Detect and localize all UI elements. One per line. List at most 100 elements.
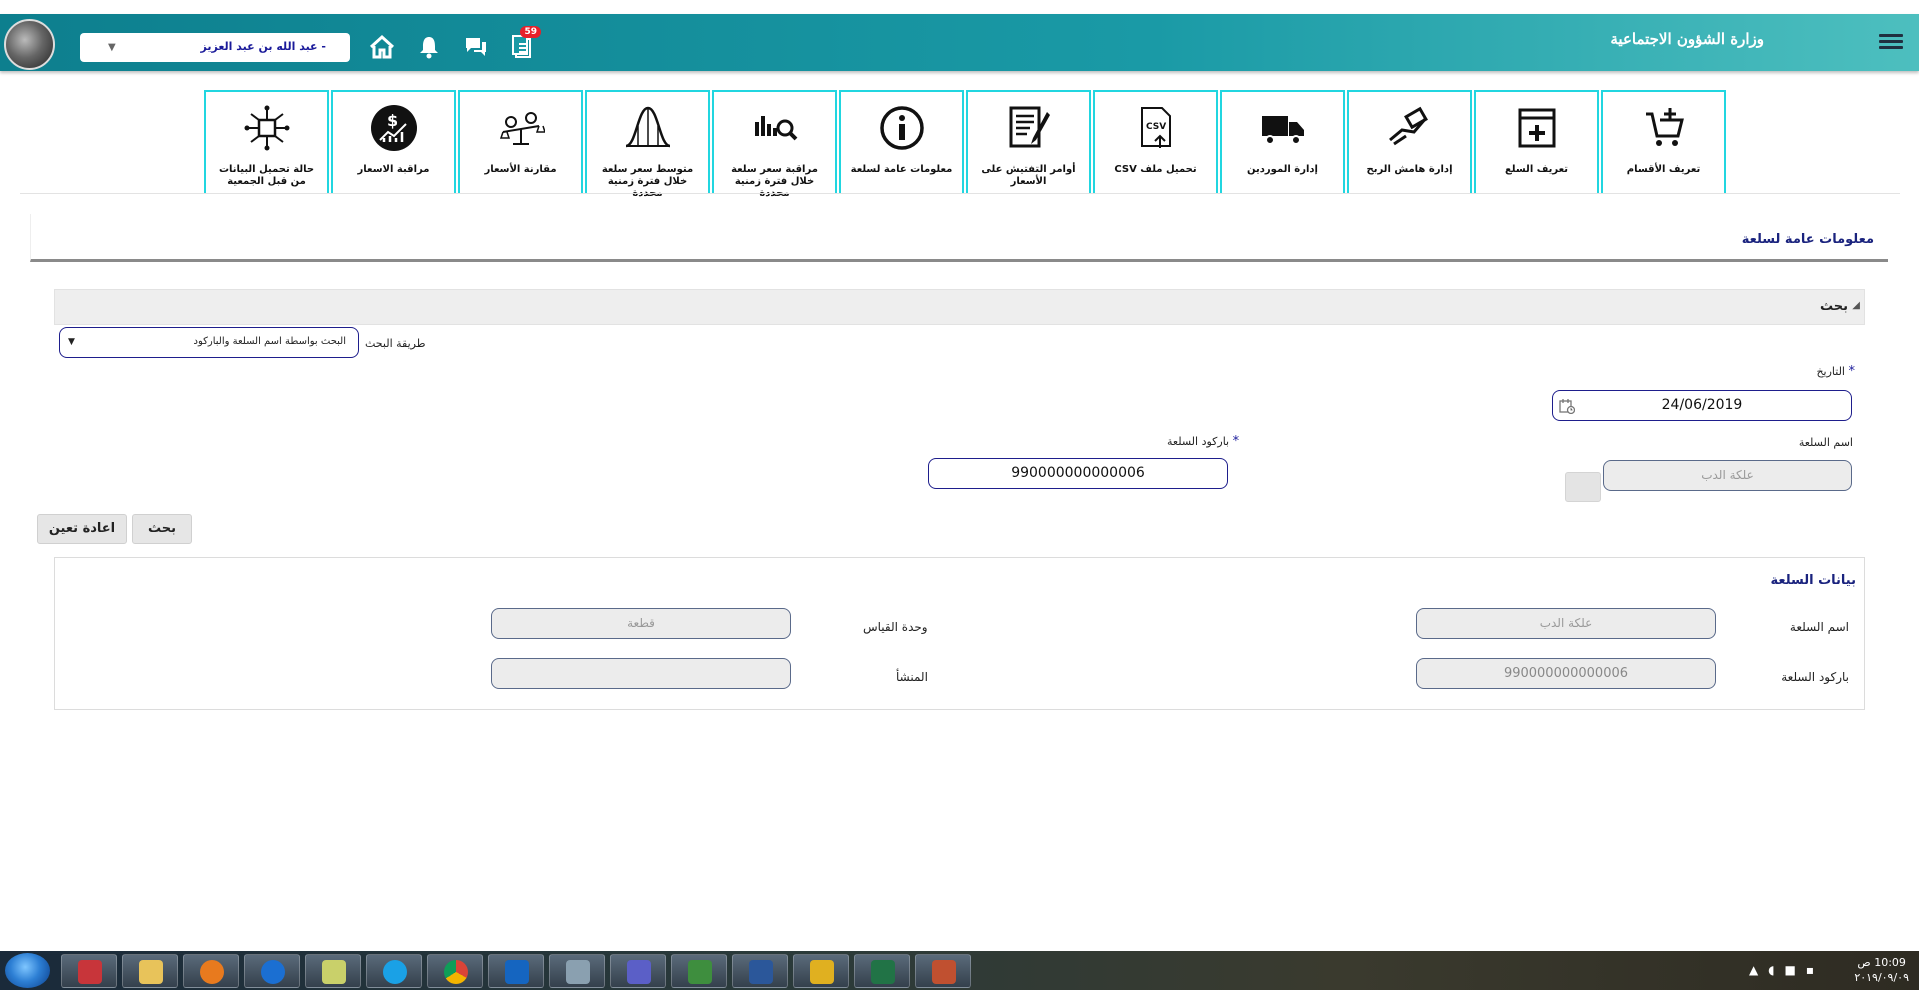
date-value: 24/06/2019 bbox=[1661, 397, 1743, 413]
taskbar-app-teamviewer[interactable] bbox=[244, 954, 300, 988]
skype-icon bbox=[383, 960, 407, 984]
user-prefix: - bbox=[321, 40, 326, 53]
tile-average-price-period[interactable]: متوسط سعر سلعة خلال فترة زمنية محددة bbox=[585, 90, 710, 199]
truck-icon bbox=[1262, 116, 1304, 145]
lock-icon bbox=[810, 960, 834, 984]
item-name-input[interactable]: علكة الدب bbox=[1603, 460, 1852, 491]
ministry-title: وزارة الشؤون الاجتماعية bbox=[1610, 30, 1764, 48]
tile-define-goods[interactable]: تعريف السلع bbox=[1474, 90, 1599, 193]
hamburger-menu-icon[interactable] bbox=[1879, 31, 1903, 51]
tray-clock[interactable]: 10:09 ص ٢٠١٩/٠٩/٠٩ bbox=[1854, 955, 1909, 985]
avatar[interactable] bbox=[4, 19, 55, 70]
item-data-origin-label: المنشأ bbox=[896, 670, 928, 684]
svg-text:$: $ bbox=[387, 111, 398, 130]
taskbar-app-firefox[interactable] bbox=[183, 954, 239, 988]
tile-inspection-orders[interactable]: أوامر التفتيش على الأسعار bbox=[966, 90, 1091, 193]
cart-add-icon bbox=[1646, 108, 1684, 146]
taskbar-app-project[interactable] bbox=[671, 954, 727, 988]
date-label: * التاريخ bbox=[1816, 364, 1855, 379]
search-panel-toggle[interactable]: ◢ بحث bbox=[54, 289, 1865, 325]
chart-app-icon bbox=[688, 960, 712, 984]
barcode-input[interactable]: 990000000000006 bbox=[928, 458, 1228, 489]
item-name-label: اسم السلعة bbox=[1798, 436, 1853, 449]
firefox-icon bbox=[200, 960, 224, 984]
tray-icons[interactable]: ▲◖■▪ bbox=[1749, 963, 1824, 977]
chart-search-icon bbox=[755, 116, 798, 141]
media-player-icon bbox=[566, 960, 590, 984]
svg-text:CSV: CSV bbox=[1146, 122, 1166, 132]
tray-arrow-icon[interactable]: ▲ bbox=[1749, 963, 1768, 977]
taskbar-app-chrome[interactable] bbox=[427, 954, 483, 988]
tile-price-monitor-period[interactable]: مراقبة سعر سلعة خلال فترة زمنية محددة bbox=[712, 90, 837, 199]
bell-icon[interactable] bbox=[416, 34, 442, 60]
tile-price-monitoring[interactable]: $ مراقبة الاسعار bbox=[331, 90, 456, 193]
messages-icon[interactable] bbox=[463, 34, 489, 60]
tray-date: ٢٠١٩/٠٩/٠٩ bbox=[1854, 971, 1909, 984]
module-tiles: تعريف الأقسام تعريف السلع إدارة هامش الر… bbox=[191, 90, 1726, 199]
taskbar-app-outlook[interactable] bbox=[488, 954, 544, 988]
calendar-icon[interactable] bbox=[1559, 398, 1575, 414]
search-method-label: طريقة البحث bbox=[365, 337, 426, 350]
excel-icon bbox=[871, 960, 895, 984]
item-data-section: بيانات السلعة اسم السلعة علكة الدب وحدة … bbox=[54, 557, 1865, 710]
windows-taskbar: ▲◖■▪ 10:09 ص ٢٠١٩/٠٩/٠٩ bbox=[0, 951, 1919, 990]
bell-curve-icon bbox=[625, 106, 671, 148]
tool-icon bbox=[932, 960, 956, 984]
item-data-unit-field: قطعة bbox=[491, 608, 791, 639]
taskbar-app-teams[interactable] bbox=[610, 954, 666, 988]
taskbar-app-snipping[interactable] bbox=[61, 954, 117, 988]
dollar-chart-icon: $ bbox=[371, 105, 417, 151]
tile-price-comparison[interactable]: مقارنة الأسعار bbox=[458, 90, 583, 193]
flow-chart-icon bbox=[244, 105, 290, 151]
scissors-icon bbox=[78, 960, 102, 984]
tile-define-sections[interactable]: تعريف الأقسام bbox=[1601, 90, 1726, 193]
start-button[interactable] bbox=[5, 953, 50, 988]
taskbar-app-excel[interactable] bbox=[854, 954, 910, 988]
tile-csv-upload[interactable]: CSV تحميل ملف CSV bbox=[1093, 90, 1218, 193]
taskbar-app-media[interactable] bbox=[549, 954, 605, 988]
tile-general-info[interactable]: معلومات عامة لسلعة bbox=[839, 90, 964, 193]
item-data-title: بيانات السلعة bbox=[1770, 573, 1856, 588]
item-data-barcode-field: 990000000000006 bbox=[1416, 658, 1716, 689]
home-icon[interactable] bbox=[369, 34, 395, 60]
item-data-origin-field bbox=[491, 658, 791, 689]
outlook-icon bbox=[505, 960, 529, 984]
window-top-strip bbox=[0, 0, 1919, 14]
notification-count-badge: 59 bbox=[520, 26, 541, 38]
documents-icon[interactable]: 59 bbox=[509, 26, 541, 60]
search-panel-title: بحث bbox=[1819, 299, 1848, 314]
search-method-select[interactable]: البحث بواسطة اسم السلعة والباركود ▼ bbox=[59, 327, 359, 358]
date-input[interactable]: 24/06/2019 bbox=[1552, 390, 1852, 421]
flag-icon[interactable]: ▪ bbox=[1806, 963, 1824, 977]
page-title-bar: معلومات عامة لسلعة bbox=[30, 214, 1888, 262]
taskbar-app-skype[interactable] bbox=[366, 954, 422, 988]
tile-profit-margin[interactable]: إدارة هامش الربح bbox=[1347, 90, 1472, 193]
tile-suppliers[interactable]: إدارة الموردين bbox=[1220, 90, 1345, 193]
volume-icon[interactable]: ◖ bbox=[1768, 963, 1784, 977]
taskbar-app-lock[interactable] bbox=[793, 954, 849, 988]
search-method-value: البحث بواسطة اسم السلعة والباركود bbox=[193, 336, 347, 347]
teams-icon bbox=[627, 960, 651, 984]
barcode-label: * باركود السلعة bbox=[1167, 434, 1240, 449]
user-name: عبد الله بن عبد العزيز bbox=[200, 40, 318, 53]
taskbar-app-folders[interactable] bbox=[305, 954, 361, 988]
user-dropdown[interactable]: - عبد الله بن عبد العزيز ▼ bbox=[80, 33, 350, 62]
item-lookup-button[interactable] bbox=[1565, 472, 1601, 502]
taskbar-app-word[interactable] bbox=[732, 954, 788, 988]
taskbar-app-explorer[interactable] bbox=[122, 954, 178, 988]
chevron-down-icon: ▼ bbox=[68, 337, 75, 347]
item-data-unit-label: وحدة القياس bbox=[863, 620, 928, 634]
scale-icon bbox=[499, 112, 545, 145]
search-button[interactable]: بحث bbox=[132, 514, 192, 544]
page-title: معلومات عامة لسلعة bbox=[1741, 232, 1874, 247]
item-data-name-label: اسم السلعة bbox=[1789, 620, 1849, 634]
chrome-icon bbox=[444, 960, 468, 984]
network-icon[interactable]: ■ bbox=[1785, 963, 1806, 977]
reset-button[interactable]: اعادة تعين bbox=[37, 514, 127, 544]
folder-icon bbox=[322, 960, 346, 984]
tiles-divider bbox=[20, 193, 1900, 194]
teamviewer-icon bbox=[261, 960, 285, 984]
taskbar-app-tool[interactable] bbox=[915, 954, 971, 988]
word-icon bbox=[749, 960, 773, 984]
tile-upload-status[interactable]: حالة تحميل البيانات من قبل الجمعية bbox=[204, 90, 329, 193]
